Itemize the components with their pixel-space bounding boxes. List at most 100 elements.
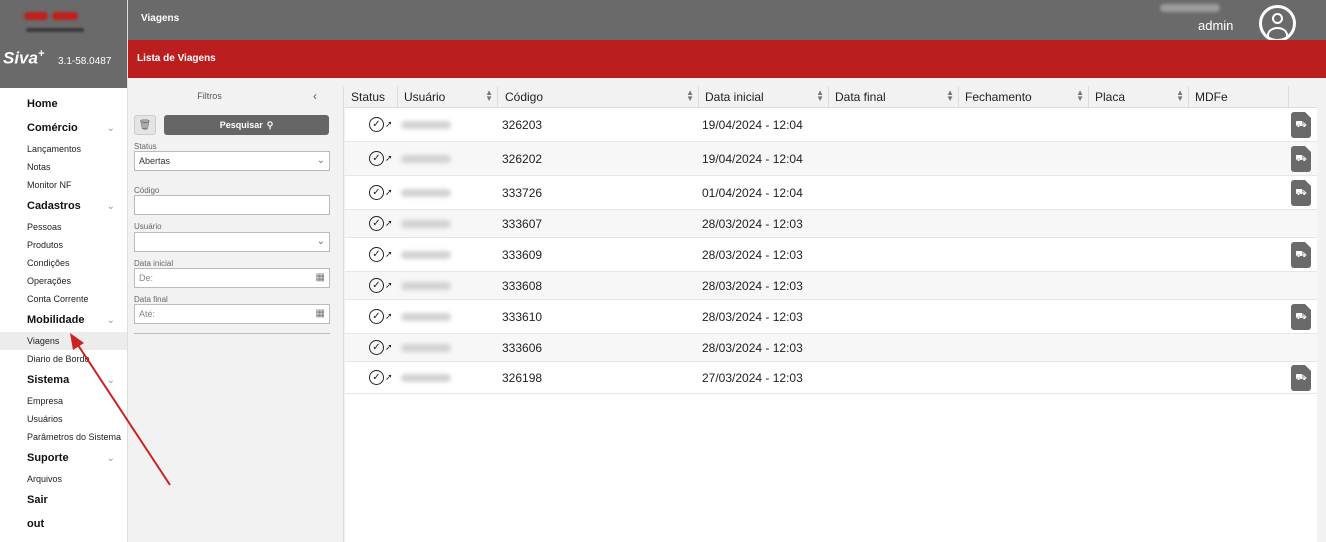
table-row[interactable]: ✓ ➚ 333610 28/03/2024 - 12:03 ⛟	[345, 300, 1317, 334]
data-inicial-input[interactable]: De: ▦	[134, 268, 330, 288]
sidebar-item[interactable]: Parâmetros do Sistema	[0, 428, 127, 446]
mdfe-document-icon[interactable]: ⛟	[1291, 146, 1311, 172]
filter-divider	[134, 333, 330, 334]
mdfe-document-icon[interactable]: ⛟	[1291, 112, 1311, 138]
sidebar-item[interactable]: Condições	[0, 254, 127, 272]
column-header[interactable]: Código ▲ ▼	[499, 86, 699, 108]
status-cell: ✓ ➚	[369, 238, 393, 271]
sidebar-item[interactable]: Arquivos	[0, 470, 127, 488]
sidebar-section[interactable]: Comércio ⌄	[0, 116, 127, 140]
trash-icon: 🗑	[138, 119, 152, 131]
sidebar-section[interactable]: Home	[0, 92, 127, 116]
sort-icon[interactable]: ▲ ▼	[1076, 89, 1084, 103]
arrow-icon: ➚	[385, 187, 393, 197]
codigo-cell: 333608	[502, 278, 543, 293]
table-row[interactable]: ✓ ➚ 333606 28/03/2024 - 12:03	[345, 334, 1317, 362]
sort-icon[interactable]: ▲ ▼	[1176, 89, 1184, 103]
data-final-input[interactable]: Até: ▦	[134, 304, 330, 324]
usuario-select[interactable]: ⌄	[134, 232, 330, 252]
page-title: Lista de Viagens	[137, 53, 216, 64]
sort-icon[interactable]: ▲ ▼	[816, 89, 824, 103]
status-select[interactable]: Abertas ⌄	[134, 151, 330, 171]
codigo-cell: 333607	[502, 216, 543, 231]
status-cell: ✓ ➚	[369, 108, 393, 141]
arrow-icon: ➚	[385, 311, 393, 321]
column-header[interactable]: Fechamento ▲ ▼	[959, 86, 1089, 108]
table-row[interactable]: ✓ ➚ 326198 27/03/2024 - 12:03 ⛟	[345, 362, 1317, 394]
sidebar-section[interactable]: Sistema ⌄	[0, 368, 127, 392]
sidebar: Siva+ 3.1-58.0487 Home Comércio ⌄ Lançament…	[0, 0, 128, 542]
sidebar-item[interactable]: Viagens	[0, 332, 127, 350]
data-inicial-cell: 27/03/2024 - 12:03	[702, 370, 803, 385]
check-circle-icon: ✓	[369, 185, 384, 200]
sidebar-item[interactable]: Produtos	[0, 236, 127, 254]
sidebar-item[interactable]: Lançamentos	[0, 140, 127, 158]
column-header[interactable]: Data final ▲ ▼	[829, 86, 959, 108]
column-header[interactable]: MDFe	[1189, 86, 1289, 108]
sidebar-item[interactable]: Operações	[0, 272, 127, 290]
sidebar-section[interactable]: Cadastros ⌄	[0, 194, 127, 218]
column-header[interactable]: Status	[345, 86, 398, 108]
blurred-user	[401, 250, 451, 259]
check-circle-icon: ✓	[369, 247, 384, 262]
sidebar-section[interactable]: Sair	[0, 488, 127, 512]
chevron-down-icon: ⌄	[316, 155, 325, 166]
search-button[interactable]: Pesquisar ⚲	[164, 115, 329, 135]
data-inicial-label: Data inicial	[134, 259, 174, 268]
status-value: Abertas	[139, 156, 171, 166]
table-row[interactable]: ✓ ➚ 333607 28/03/2024 - 12:03	[345, 210, 1317, 238]
check-circle-icon: ✓	[369, 370, 384, 385]
arrow-icon: ➚	[385, 280, 393, 290]
mdfe-document-icon[interactable]: ⛟	[1291, 304, 1311, 330]
table-row[interactable]: ✓ ➚ 326202 19/04/2024 - 12:04 ⛟	[345, 142, 1317, 176]
arrow-icon: ➚	[385, 372, 393, 382]
status-cell: ✓ ➚	[369, 334, 393, 361]
blurred-user	[401, 373, 451, 382]
codigo-input[interactable]	[134, 195, 330, 215]
sidebar-section-label: Sair	[27, 494, 48, 506]
table-row[interactable]: ✓ ➚ 333608 28/03/2024 - 12:03	[345, 272, 1317, 300]
mdfe-document-icon[interactable]: ⛟	[1291, 242, 1311, 268]
sidebar-item[interactable]: Diario de Bordo	[0, 350, 127, 368]
calendar-icon[interactable]: ▦	[316, 272, 325, 283]
chevron-down-icon: ⌄	[106, 200, 115, 212]
table-row[interactable]: ✓ ➚ 333726 01/04/2024 - 12:04 ⛟	[345, 176, 1317, 210]
user-avatar-icon[interactable]	[1259, 5, 1296, 42]
sidebar-section[interactable]: Suporte ⌄	[0, 446, 127, 470]
column-header[interactable]: Data inicial ▲ ▼	[699, 86, 829, 108]
sidebar-section-label: out	[27, 518, 45, 530]
clear-filters-button[interactable]: 🗑	[134, 115, 156, 135]
sort-icon[interactable]: ▲ ▼	[686, 89, 694, 103]
user-name[interactable]: admin	[1198, 18, 1233, 33]
codigo-cell: 326203	[502, 117, 543, 132]
data-inicial-cell: 01/04/2024 - 12:04	[702, 185, 803, 200]
codigo-cell: 326198	[502, 370, 543, 385]
top-bar: Viagens admin	[128, 0, 1326, 42]
data-inicial-cell: 28/03/2024 - 12:03	[702, 216, 803, 231]
chevron-left-icon[interactable]: ‹	[313, 89, 317, 103]
sidebar-item[interactable]: Usuários	[0, 410, 127, 428]
sort-icon[interactable]: ▲ ▼	[485, 89, 493, 103]
search-button-label: Pesquisar	[219, 120, 263, 130]
search-icon: ⚲	[266, 119, 274, 130]
column-header[interactable]: Placa ▲ ▼	[1089, 86, 1189, 108]
sort-icon[interactable]: ▲ ▼	[946, 89, 954, 103]
calendar-icon[interactable]: ▦	[316, 308, 325, 319]
data-inicial-cell: 28/03/2024 - 12:03	[702, 247, 803, 262]
data-inicial-cell: 28/03/2024 - 12:03	[702, 340, 803, 355]
sidebar-item[interactable]: Monitor NF	[0, 176, 127, 194]
mdfe-document-icon[interactable]: ⛟	[1291, 180, 1311, 206]
data-inicial-cell: 28/03/2024 - 12:03	[702, 278, 803, 293]
table-row[interactable]: ✓ ➚ 333609 28/03/2024 - 12:03 ⛟	[345, 238, 1317, 272]
sidebar-section[interactable]: out	[0, 512, 127, 536]
sidebar-item[interactable]: Conta Corrente	[0, 290, 127, 308]
blurred-user	[401, 312, 451, 321]
sidebar-section[interactable]: Mobilidade ⌄	[0, 308, 127, 332]
column-header[interactable]: Usuário ▲ ▼	[398, 86, 498, 108]
check-circle-icon: ✓	[369, 309, 384, 324]
table-row[interactable]: ✓ ➚ 326203 19/04/2024 - 12:04 ⛟	[345, 108, 1317, 142]
sidebar-item[interactable]: Pessoas	[0, 218, 127, 236]
sidebar-item[interactable]: Empresa	[0, 392, 127, 410]
sidebar-item[interactable]: Notas	[0, 158, 127, 176]
mdfe-document-icon[interactable]: ⛟	[1291, 365, 1311, 391]
